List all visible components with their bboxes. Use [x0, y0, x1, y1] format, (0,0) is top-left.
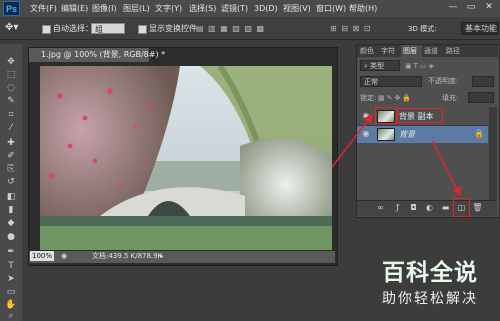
watermark-subtitle: 助你轻松解决	[382, 291, 478, 307]
document-tab[interactable]: 1.jpg @ 100% (背景, RGB/8#) *	[29, 48, 165, 62]
status-menu-icon[interactable]: ◉	[61, 251, 69, 261]
menu-window[interactable]: 窗口(W)	[316, 0, 346, 17]
layer-filter-dropdown[interactable]: ⌕ 类型	[360, 60, 400, 71]
clone-tool-icon[interactable]: ⎘	[4, 164, 18, 175]
filter-icons[interactable]: ▣T▭◈	[405, 61, 436, 71]
show-transform-checkbox[interactable]	[138, 25, 147, 34]
move-tool-icon[interactable]: ✥▾	[5, 21, 25, 34]
annotation-arrows	[331, 113, 461, 197]
brush-tool-icon[interactable]: ✐	[4, 151, 18, 162]
lock-icons[interactable]: ▦✎✥🔒	[378, 93, 413, 103]
menu-image[interactable]: 图像(I)	[92, 0, 117, 17]
tab-layers[interactable]: 图层	[401, 45, 422, 57]
restore-icon[interactable]: ▭	[465, 2, 477, 13]
move-tool-icon[interactable]: ✥	[4, 57, 18, 68]
marquee-tool-icon[interactable]: ⬚	[4, 70, 18, 81]
menu-view[interactable]: 视图(V)	[283, 0, 311, 17]
menu-edit[interactable]: 编辑(E)	[61, 0, 88, 17]
lasso-tool-icon[interactable]: ◌	[4, 83, 18, 94]
search-icon: ⌕	[364, 62, 368, 70]
dodge-tool-icon[interactable]: ●	[4, 232, 18, 243]
auto-select-dropdown[interactable]: 组	[91, 23, 125, 34]
menu-file[interactable]: 文件(F)	[30, 0, 57, 17]
history-brush-tool-icon[interactable]: ↺	[4, 177, 18, 188]
minimize-icon[interactable]: —	[447, 2, 459, 13]
auto-select-checkbox[interactable]	[42, 25, 51, 34]
lock-label: 锁定:	[360, 94, 377, 102]
canvas-photo	[40, 66, 332, 250]
eyedropper-tool-icon[interactable]: ⁄	[4, 123, 18, 134]
crop-tool-icon[interactable]: ⌗	[4, 110, 18, 121]
tab-character[interactable]: 字符	[381, 45, 399, 57]
show-transform-label: 显示变换控件	[149, 24, 197, 33]
fill-label: 填充:	[442, 94, 459, 102]
align-icons[interactable]: ▤ ▥ ▦ ▧ ▨ ▩	[196, 23, 265, 35]
healing-tool-icon[interactable]: ✚	[4, 138, 18, 149]
workspace-dropdown[interactable]: 基本功能	[461, 22, 499, 35]
gradient-tool-icon[interactable]: ▮	[4, 205, 18, 216]
watermark-title: 百科全说	[382, 260, 478, 286]
quick-select-tool-icon[interactable]: ✎	[4, 96, 18, 107]
photoshop-logo-icon: Ps	[3, 1, 20, 16]
document-tab-title: 1.jpg @ 100% (背景, RGB/8#) *	[41, 50, 166, 59]
blur-tool-icon[interactable]: ◆	[4, 218, 18, 229]
document-info: 文档:439.5 K/878.9K	[92, 252, 163, 260]
annotation-arrow-to-new-layer	[431, 140, 461, 197]
3d-mode-label: 3D 模式:	[408, 25, 437, 33]
menu-type[interactable]: 文字(Y)	[155, 0, 182, 17]
menu-filter[interactable]: 滤镜(T)	[221, 0, 248, 17]
menu-select[interactable]: 选择(S)	[189, 0, 216, 17]
type-tool-icon[interactable]: T	[4, 261, 18, 272]
annotation-arrow-to-layer	[331, 113, 373, 168]
distribute-icons[interactable]: ⊞ ⊟ ⊠ ⊡	[330, 23, 371, 35]
path-select-tool-icon[interactable]: ➤	[4, 274, 18, 285]
zoom-tool-icon[interactable]: ⌕	[4, 311, 18, 321]
tab-channels[interactable]: 通道	[424, 45, 442, 57]
menu-help[interactable]: 帮助(H)	[349, 0, 377, 17]
hand-tool-icon[interactable]: ✋	[4, 300, 18, 311]
image-canvas[interactable]	[40, 66, 332, 250]
status-bar	[29, 250, 335, 263]
menu-3d[interactable]: 3D(D)	[254, 0, 278, 17]
close-icon[interactable]: ✕	[483, 2, 495, 13]
menu-layer[interactable]: 图层(L)	[123, 0, 150, 17]
zoom-field[interactable]: 100%	[30, 251, 54, 261]
filter-kind-value: 类型	[370, 62, 385, 70]
tab-color[interactable]: 颜色	[360, 45, 378, 57]
opacity-field[interactable]	[472, 76, 494, 87]
opacity-label: 不透明度:	[428, 77, 459, 85]
status-arrow-icon[interactable]: ▸	[160, 251, 164, 261]
eraser-tool-icon[interactable]: ◧	[4, 192, 18, 203]
fill-field[interactable]	[468, 92, 494, 103]
auto-select-label: 自动选择：	[53, 24, 93, 33]
pen-tool-icon[interactable]: ✒	[4, 247, 18, 258]
shape-tool-icon[interactable]: ▭	[4, 287, 18, 298]
tab-paths[interactable]: 路径	[446, 45, 464, 57]
blend-mode-dropdown[interactable]: 正常	[360, 76, 422, 87]
